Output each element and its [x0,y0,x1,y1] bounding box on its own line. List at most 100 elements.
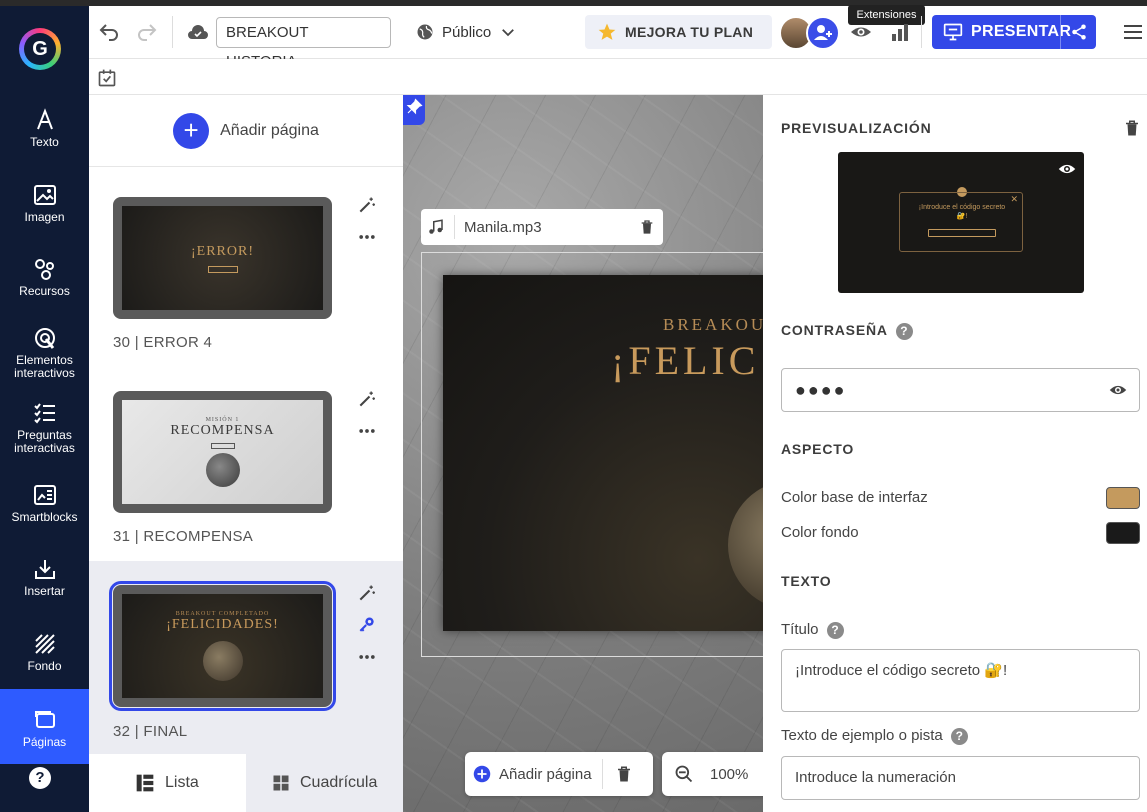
music-note-icon [429,219,443,234]
sidebar-item-interactive-questions[interactable]: Preguntas interactivas [0,401,89,455]
view-toggle: Lista Cuadrícula [89,754,403,812]
sidebar-item-background[interactable]: Fondo [0,632,89,673]
upgrade-plan-button[interactable]: MEJORA TU PLAN [585,15,772,49]
hamburger-menu-icon[interactable] [1121,20,1145,44]
redo-icon[interactable] [135,20,159,44]
hint-label-text: Texto de ejemplo o pista [781,727,943,744]
slide-preview[interactable]: BREAKOUT ¡FELIC [443,275,763,631]
add-collaborator-button[interactable] [806,16,840,50]
visibility-label: Público [442,23,492,41]
present-label: PRESENTAR [971,23,1072,40]
project-title-input[interactable]: BREAKOUT HISTORIA [216,17,391,70]
list-icon [136,774,154,792]
trash-icon[interactable] [1123,119,1141,137]
trash-icon[interactable] [639,219,655,235]
more-options-icon[interactable] [357,421,377,441]
eye-icon[interactable] [1058,162,1076,176]
sidebar-item-smartblocks[interactable]: Smartblocks [0,483,89,524]
sidebar-item-label: Preguntas interactivas [14,428,75,455]
add-page-button[interactable]: + Añadir página [89,95,403,167]
title-textarea[interactable]: ¡Introduce el código secreto 🔐! [781,649,1140,712]
preview-section-title: PREVISUALIZACIÓN [781,120,932,136]
canvas-bottom-toolbar: Añadir página [465,752,653,796]
sidebar-item-image[interactable]: Imagen [0,183,89,224]
hint-input[interactable]: Introduce la numeración [781,756,1140,800]
sidebar-item-resources[interactable]: Recursos [0,257,89,298]
more-options-icon[interactable] [357,647,377,667]
zoom-out-icon[interactable] [674,764,694,784]
pages-panel: + Añadir página ¡ERROR! 30 | ERROR 4 MIS… [89,95,403,812]
sidebar-item-interactive-elements[interactable]: Elementos interactivos [0,326,89,380]
preview-dialog: ✕ ¡Introduce el código secreto 🔐! [899,192,1023,252]
pin-button[interactable] [403,95,425,125]
more-options-icon[interactable] [357,227,377,247]
password-section-label: CONTRASEÑA [781,322,888,338]
toolbar-divider [921,16,922,48]
key-icon[interactable] [357,615,377,635]
canvas-add-page-label[interactable]: Añadir página [499,766,592,783]
bg-color-label: Color fondo [781,524,859,541]
audio-element-bar[interactable]: Manila.mp3 [421,209,663,245]
checklist-icon[interactable] [97,68,117,88]
add-page-icon[interactable] [473,765,491,783]
grid-view-button[interactable]: Cuadrícula [246,754,403,812]
close-icon: ✕ [1010,194,1018,204]
chevron-down-icon [502,29,515,37]
page-label: 30 | ERROR 4 [113,334,213,351]
help-question-icon[interactable]: ? [895,322,913,340]
undo-icon[interactable] [97,20,121,44]
star-icon [598,23,616,40]
thumb-coin-image [202,641,243,681]
sidebar-item-pages[interactable]: Páginas [0,689,89,764]
help-question-icon[interactable]: ? [826,621,844,639]
magic-wand-icon[interactable] [357,389,377,409]
preview-eye-icon[interactable] [849,20,873,44]
divider [454,215,455,239]
left-sidebar: G Texto Imagen Recursos Elementos intera… [0,6,89,812]
thumb-title: ¡ERROR! [191,243,254,259]
toolbar-divider [172,16,173,48]
help-button[interactable]: ? [29,767,51,789]
hint-field-label: Texto de ejemplo o pista? [781,727,968,745]
image-icon [33,185,56,205]
presentation-icon [943,23,963,41]
add-user-icon [814,25,832,40]
top-toolbar: BREAKOUT HISTORIA Público MEJORA TU PLAN… [89,5,1147,70]
share-button[interactable] [1060,15,1096,49]
editor-canvas[interactable]: BREAKOUT ¡FELIC Manila.mp3 Añadir página… [403,95,763,812]
present-button[interactable]: PRESENTAR [932,15,1096,49]
analytics-icon[interactable] [888,20,912,44]
show-password-icon[interactable] [1109,383,1127,397]
password-preview: ✕ ¡Introduce el código secreto 🔐! [838,152,1084,293]
sidebar-item-label: Elementos interactivos [14,353,75,380]
page-thumbnail[interactable]: ¡ERROR! [113,197,332,319]
slide-coin-image [728,480,763,610]
secondary-toolbar [89,59,1147,95]
upgrade-plan-label: MEJORA TU PLAN [625,24,754,40]
help-question-icon[interactable]: ? [950,727,968,745]
page-thumbnail-item-selected[interactable]: BREAKOUT COMPLETADO ¡FELICIDADES! 32 | F… [89,561,403,755]
bg-color-swatch[interactable] [1106,522,1140,544]
magic-wand-icon[interactable] [357,583,377,603]
page-label: 32 | FINAL [113,723,188,740]
sidebar-item-label: Recursos [19,284,70,298]
sidebar-item-text[interactable]: Texto [0,108,89,149]
sidebar-item-label: Smartblocks [11,510,78,524]
slide-subtitle: BREAKOUT [663,315,763,334]
page-thumbnail[interactable]: MISIÓN 1 RECOMPENSA [113,391,332,513]
interactive-icon [34,328,55,349]
page-thumbnail-item[interactable]: MISIÓN 1 RECOMPENSA 31 | RECOMPENSA [89,383,403,577]
password-field[interactable]: ●●●● [781,368,1140,412]
delete-page-icon[interactable] [615,765,633,783]
base-color-swatch[interactable] [1106,487,1140,509]
text-icon [36,108,53,130]
page-thumbnail-item[interactable]: ¡ERROR! 30 | ERROR 4 [89,189,403,383]
title-field-label: Título? [781,621,844,639]
genially-logo[interactable]: G [19,28,61,70]
thumb-button-shape [210,443,235,449]
page-thumbnail[interactable]: BREAKOUT COMPLETADO ¡FELICIDADES! [109,581,336,711]
list-view-button[interactable]: Lista [89,754,246,812]
sidebar-item-insert[interactable]: Insertar [0,557,89,598]
visibility-dropdown[interactable]: Público [416,21,517,43]
magic-wand-icon[interactable] [357,195,377,215]
